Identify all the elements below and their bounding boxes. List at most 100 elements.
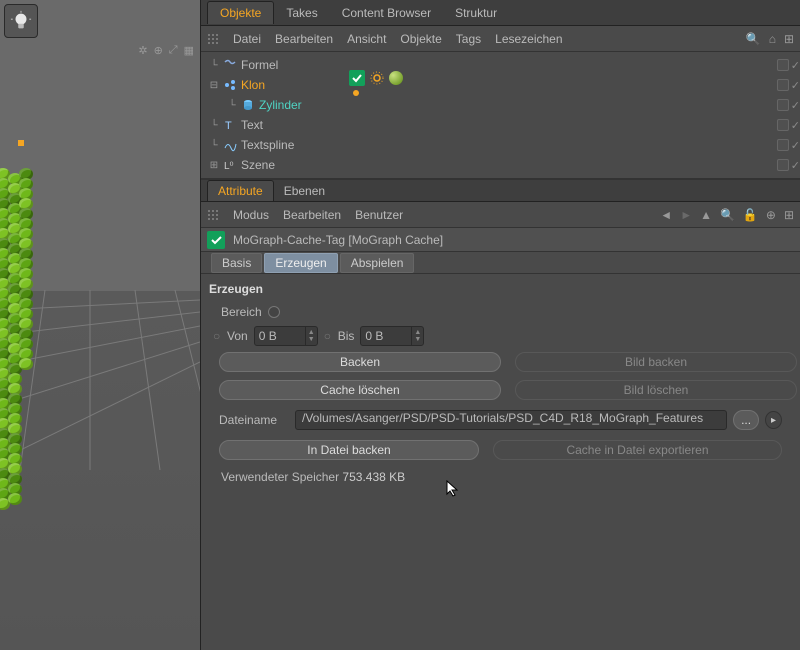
cloner-object-preview[interactable]: [0, 170, 30, 540]
gear-tag-icon[interactable]: [369, 70, 385, 86]
menu-file[interactable]: Datei: [233, 32, 261, 46]
vp-icon-2[interactable]: ⊕: [154, 44, 163, 57]
formula-icon: [223, 58, 237, 72]
expander-plus[interactable]: ⊞: [209, 160, 219, 171]
tab-content-browser[interactable]: Content Browser: [330, 2, 443, 24]
path-action-button[interactable]: ▸: [765, 411, 782, 429]
viewport-panel[interactable]: ✲ ⊕ ⤢ ▦: [0, 0, 200, 650]
svg-text:T: T: [225, 120, 232, 132]
bis-field[interactable]: [361, 329, 411, 343]
menu-tags[interactable]: Tags: [456, 32, 481, 46]
cache-loeschen-button[interactable]: Cache löschen: [219, 380, 501, 400]
tab-attribute[interactable]: Attribute: [207, 180, 274, 201]
vp-icon-4[interactable]: ▦: [184, 44, 194, 57]
tree-item-szene[interactable]: Szene: [241, 158, 275, 172]
object-tree[interactable]: └ Formel ✓ ⊟ Klon ✓ └ Zylinder ✓ └: [201, 52, 800, 178]
expand-icon[interactable]: ⊞: [784, 208, 794, 222]
small-tag-icon[interactable]: [353, 90, 359, 96]
anim-dot[interactable]: ○: [324, 329, 332, 343]
subtab-basis[interactable]: Basis: [211, 253, 262, 273]
tree-item-text[interactable]: Text: [241, 118, 263, 132]
menu-view[interactable]: Ansicht: [347, 32, 386, 46]
selection-handle[interactable]: [18, 140, 24, 146]
new-icon[interactable]: ⊕: [766, 208, 776, 222]
menu-user[interactable]: Benutzer: [355, 208, 403, 222]
nav-fwd-icon[interactable]: ►: [680, 208, 692, 222]
attribute-subtabs: Basis Erzeugen Abspielen: [201, 252, 800, 274]
bild-backen-button[interactable]: Bild backen: [515, 352, 797, 372]
attribute-manager-tabs: Attribute Ebenen: [201, 178, 800, 202]
backen-button[interactable]: Backen: [219, 352, 501, 372]
object-manager-menubar: Datei Bearbeiten Ansicht Objekte Tags Le…: [201, 26, 800, 52]
von-input[interactable]: ▲▼: [254, 326, 318, 346]
mouse-cursor: [446, 480, 460, 498]
tab-objects[interactable]: Objekte: [207, 1, 274, 24]
bereich-label: Bereich: [221, 305, 262, 319]
subtab-abspielen[interactable]: Abspielen: [340, 253, 415, 273]
tree-item-formel[interactable]: Formel: [241, 58, 278, 72]
menu-bookmarks[interactable]: Lesezeichen: [495, 32, 562, 46]
null-icon: L⁰: [223, 158, 237, 172]
search-icon[interactable]: 🔍: [720, 208, 735, 222]
path-field[interactable]: /Volumes/Asanger/PSD/PSD-Tutorials/PSD_C…: [295, 410, 727, 430]
element-title: MoGraph-Cache-Tag [MoGraph Cache]: [233, 233, 443, 247]
von-field[interactable]: [255, 329, 305, 343]
menu-edit2[interactable]: Bearbeiten: [283, 208, 341, 222]
tree-branch: └: [209, 120, 219, 131]
anim-dot[interactable]: ○: [213, 329, 221, 343]
cache-export-button[interactable]: Cache in Datei exportieren: [493, 440, 782, 460]
bild-loeschen-button[interactable]: Bild löschen: [515, 380, 797, 400]
right-panel: Objekte Takes Content Browser Struktur D…: [200, 0, 800, 650]
element-header: MoGraph-Cache-Tag [MoGraph Cache]: [201, 228, 800, 252]
manager-tabs: Objekte Takes Content Browser Struktur: [201, 0, 800, 26]
viewport-hud-icons: ✲ ⊕ ⤢ ▦: [138, 44, 194, 57]
tab-layers[interactable]: Ebenen: [274, 181, 335, 201]
bis-input[interactable]: ▲▼: [360, 326, 424, 346]
vp-icon-1[interactable]: ✲: [138, 44, 147, 57]
fold-icon[interactable]: ⊞: [784, 32, 794, 46]
tree-item-textspline[interactable]: Textspline: [241, 138, 294, 152]
tree-branch: └: [227, 100, 237, 111]
zylinder-tags: [353, 90, 359, 96]
tree-branch: └: [209, 60, 219, 71]
von-label: Von: [227, 329, 248, 343]
home-icon[interactable]: ⌂: [769, 32, 776, 46]
mograph-cache-tag-icon[interactable]: [349, 70, 365, 86]
text-icon: T: [223, 118, 237, 132]
nav-up-icon[interactable]: ▲: [700, 208, 712, 222]
dateiname-label: Dateiname: [219, 413, 289, 427]
tab-takes[interactable]: Takes: [274, 2, 329, 24]
menu-mode[interactable]: Modus: [233, 208, 269, 222]
lock-icon[interactable]: 🔓: [743, 208, 758, 222]
textspline-icon: [223, 138, 237, 152]
mem-label: Verwendeter Speicher: [221, 470, 339, 484]
grip-icon[interactable]: [207, 33, 219, 45]
vp-icon-3[interactable]: ⤢: [169, 44, 178, 57]
mograph-cache-tag-icon: [207, 231, 225, 249]
tree-item-klon[interactable]: Klon: [241, 78, 265, 92]
erzeugen-section: Erzeugen Bereich ○ Von ▲▼ ○ Bis ▲▼ Backe…: [201, 274, 800, 494]
bis-label: Bis: [338, 329, 355, 343]
grip-icon[interactable]: [207, 209, 219, 221]
tree-branch: └: [209, 140, 219, 151]
klon-tags: [349, 70, 403, 86]
nav-back-icon[interactable]: ◄: [660, 208, 672, 222]
menu-objects[interactable]: Objekte: [400, 32, 441, 46]
attribute-menubar: Modus Bearbeiten Benutzer ◄ ► ▲ 🔍 🔓 ⊕ ⊞: [201, 202, 800, 228]
subtab-erzeugen[interactable]: Erzeugen: [264, 253, 337, 273]
tree-item-zylinder[interactable]: Zylinder: [259, 98, 302, 112]
in-datei-backen-button[interactable]: In Datei backen: [219, 440, 479, 460]
menu-edit[interactable]: Bearbeiten: [275, 32, 333, 46]
tab-structure[interactable]: Struktur: [443, 2, 509, 24]
render-bulb-button[interactable]: [4, 4, 38, 38]
browse-button[interactable]: ...: [733, 410, 759, 430]
section-title: Erzeugen: [209, 282, 792, 296]
material-tag-icon[interactable]: [389, 71, 403, 85]
bereich-checkbox[interactable]: [268, 306, 280, 318]
search-icon[interactable]: 🔍: [746, 32, 761, 46]
cloner-icon: [223, 78, 237, 92]
cylinder-icon: [241, 98, 255, 112]
mem-value: 753.438 KB: [342, 470, 405, 484]
svg-text:L⁰: L⁰: [224, 161, 234, 172]
expander-minus[interactable]: ⊟: [209, 80, 219, 91]
